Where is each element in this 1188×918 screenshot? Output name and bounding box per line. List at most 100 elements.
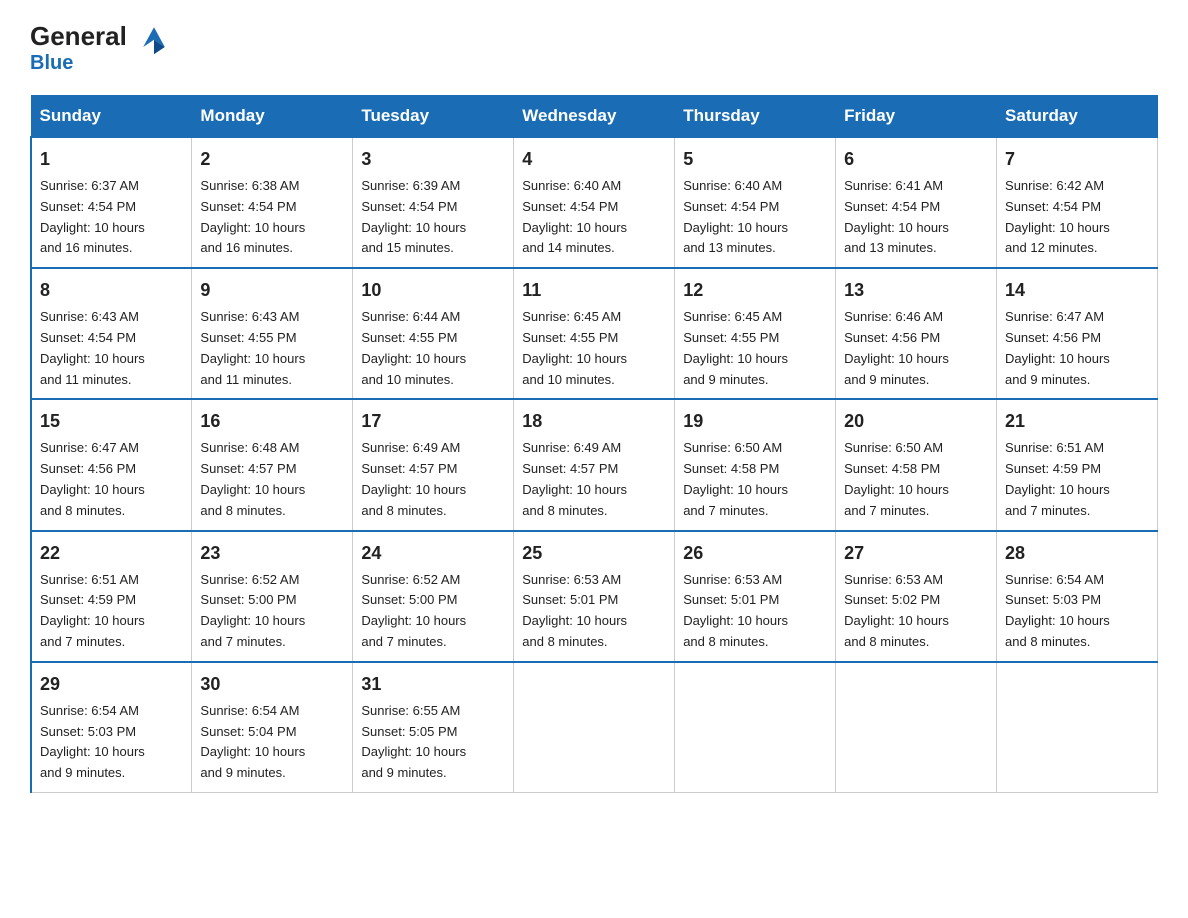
day-info: Sunrise: 6:48 AMSunset: 4:57 PMDaylight:… [200, 440, 305, 517]
day-info: Sunrise: 6:40 AMSunset: 4:54 PMDaylight:… [683, 178, 788, 255]
calendar-cell: 10 Sunrise: 6:44 AMSunset: 4:55 PMDaylig… [353, 268, 514, 399]
calendar-cell: 8 Sunrise: 6:43 AMSunset: 4:54 PMDayligh… [31, 268, 192, 399]
calendar-cell: 27 Sunrise: 6:53 AMSunset: 5:02 PMDaylig… [836, 531, 997, 662]
day-info: Sunrise: 6:54 AMSunset: 5:03 PMDaylight:… [1005, 572, 1110, 649]
day-number: 3 [361, 146, 505, 173]
day-number: 30 [200, 671, 344, 698]
day-number: 2 [200, 146, 344, 173]
day-info: Sunrise: 6:52 AMSunset: 5:00 PMDaylight:… [200, 572, 305, 649]
day-number: 20 [844, 408, 988, 435]
calendar-cell: 5 Sunrise: 6:40 AMSunset: 4:54 PMDayligh… [675, 137, 836, 268]
day-number: 27 [844, 540, 988, 567]
weekday-header-saturday: Saturday [997, 96, 1158, 138]
day-number: 14 [1005, 277, 1149, 304]
day-number: 6 [844, 146, 988, 173]
calendar-cell: 29 Sunrise: 6:54 AMSunset: 5:03 PMDaylig… [31, 662, 192, 793]
calendar-cell: 22 Sunrise: 6:51 AMSunset: 4:59 PMDaylig… [31, 531, 192, 662]
calendar-cell: 6 Sunrise: 6:41 AMSunset: 4:54 PMDayligh… [836, 137, 997, 268]
day-number: 11 [522, 277, 666, 304]
calendar-cell: 28 Sunrise: 6:54 AMSunset: 5:03 PMDaylig… [997, 531, 1158, 662]
logo-text: General [30, 20, 172, 56]
day-info: Sunrise: 6:53 AMSunset: 5:01 PMDaylight:… [683, 572, 788, 649]
day-number: 7 [1005, 146, 1149, 173]
day-info: Sunrise: 6:49 AMSunset: 4:57 PMDaylight:… [361, 440, 466, 517]
weekday-header-sunday: Sunday [31, 96, 192, 138]
day-info: Sunrise: 6:40 AMSunset: 4:54 PMDaylight:… [522, 178, 627, 255]
day-number: 8 [40, 277, 183, 304]
day-number: 21 [1005, 408, 1149, 435]
calendar-cell: 15 Sunrise: 6:47 AMSunset: 4:56 PMDaylig… [31, 399, 192, 530]
day-info: Sunrise: 6:39 AMSunset: 4:54 PMDaylight:… [361, 178, 466, 255]
calendar-cell: 13 Sunrise: 6:46 AMSunset: 4:56 PMDaylig… [836, 268, 997, 399]
weekday-header-monday: Monday [192, 96, 353, 138]
day-info: Sunrise: 6:37 AMSunset: 4:54 PMDaylight:… [40, 178, 145, 255]
calendar-cell: 19 Sunrise: 6:50 AMSunset: 4:58 PMDaylig… [675, 399, 836, 530]
calendar-cell: 2 Sunrise: 6:38 AMSunset: 4:54 PMDayligh… [192, 137, 353, 268]
day-number: 22 [40, 540, 183, 567]
day-number: 12 [683, 277, 827, 304]
day-info: Sunrise: 6:49 AMSunset: 4:57 PMDaylight:… [522, 440, 627, 517]
calendar-cell: 9 Sunrise: 6:43 AMSunset: 4:55 PMDayligh… [192, 268, 353, 399]
day-info: Sunrise: 6:42 AMSunset: 4:54 PMDaylight:… [1005, 178, 1110, 255]
day-info: Sunrise: 6:43 AMSunset: 4:55 PMDaylight:… [200, 309, 305, 386]
week-row-4: 22 Sunrise: 6:51 AMSunset: 4:59 PMDaylig… [31, 531, 1158, 662]
day-number: 10 [361, 277, 505, 304]
calendar-table: SundayMondayTuesdayWednesdayThursdayFrid… [30, 95, 1158, 793]
day-info: Sunrise: 6:55 AMSunset: 5:05 PMDaylight:… [361, 703, 466, 780]
day-number: 28 [1005, 540, 1149, 567]
day-number: 31 [361, 671, 505, 698]
day-info: Sunrise: 6:38 AMSunset: 4:54 PMDaylight:… [200, 178, 305, 255]
week-row-1: 1 Sunrise: 6:37 AMSunset: 4:54 PMDayligh… [31, 137, 1158, 268]
day-info: Sunrise: 6:41 AMSunset: 4:54 PMDaylight:… [844, 178, 949, 255]
calendar-cell [514, 662, 675, 793]
day-number: 29 [40, 671, 183, 698]
calendar-cell: 31 Sunrise: 6:55 AMSunset: 5:05 PMDaylig… [353, 662, 514, 793]
week-row-5: 29 Sunrise: 6:54 AMSunset: 5:03 PMDaylig… [31, 662, 1158, 793]
day-info: Sunrise: 6:52 AMSunset: 5:00 PMDaylight:… [361, 572, 466, 649]
calendar-cell: 4 Sunrise: 6:40 AMSunset: 4:54 PMDayligh… [514, 137, 675, 268]
calendar-cell: 17 Sunrise: 6:49 AMSunset: 4:57 PMDaylig… [353, 399, 514, 530]
weekday-header-friday: Friday [836, 96, 997, 138]
day-number: 1 [40, 146, 183, 173]
calendar-cell: 30 Sunrise: 6:54 AMSunset: 5:04 PMDaylig… [192, 662, 353, 793]
weekday-header-row: SundayMondayTuesdayWednesdayThursdayFrid… [31, 96, 1158, 138]
weekday-header-tuesday: Tuesday [353, 96, 514, 138]
calendar-cell: 20 Sunrise: 6:50 AMSunset: 4:58 PMDaylig… [836, 399, 997, 530]
logo-icon [136, 20, 172, 56]
week-row-2: 8 Sunrise: 6:43 AMSunset: 4:54 PMDayligh… [31, 268, 1158, 399]
calendar-cell: 12 Sunrise: 6:45 AMSunset: 4:55 PMDaylig… [675, 268, 836, 399]
calendar-cell [997, 662, 1158, 793]
day-info: Sunrise: 6:46 AMSunset: 4:56 PMDaylight:… [844, 309, 949, 386]
calendar-cell: 14 Sunrise: 6:47 AMSunset: 4:56 PMDaylig… [997, 268, 1158, 399]
day-info: Sunrise: 6:45 AMSunset: 4:55 PMDaylight:… [522, 309, 627, 386]
day-info: Sunrise: 6:43 AMSunset: 4:54 PMDaylight:… [40, 309, 145, 386]
weekday-header-thursday: Thursday [675, 96, 836, 138]
day-number: 24 [361, 540, 505, 567]
calendar-cell: 3 Sunrise: 6:39 AMSunset: 4:54 PMDayligh… [353, 137, 514, 268]
day-number: 26 [683, 540, 827, 567]
day-info: Sunrise: 6:50 AMSunset: 4:58 PMDaylight:… [844, 440, 949, 517]
day-info: Sunrise: 6:51 AMSunset: 4:59 PMDaylight:… [40, 572, 145, 649]
day-number: 18 [522, 408, 666, 435]
day-info: Sunrise: 6:54 AMSunset: 5:03 PMDaylight:… [40, 703, 145, 780]
day-info: Sunrise: 6:50 AMSunset: 4:58 PMDaylight:… [683, 440, 788, 517]
logo: General Blue [30, 20, 172, 75]
calendar-cell: 16 Sunrise: 6:48 AMSunset: 4:57 PMDaylig… [192, 399, 353, 530]
calendar-cell: 25 Sunrise: 6:53 AMSunset: 5:01 PMDaylig… [514, 531, 675, 662]
day-info: Sunrise: 6:54 AMSunset: 5:04 PMDaylight:… [200, 703, 305, 780]
day-info: Sunrise: 6:47 AMSunset: 4:56 PMDaylight:… [1005, 309, 1110, 386]
day-number: 16 [200, 408, 344, 435]
day-info: Sunrise: 6:53 AMSunset: 5:01 PMDaylight:… [522, 572, 627, 649]
weekday-header-wednesday: Wednesday [514, 96, 675, 138]
day-number: 5 [683, 146, 827, 173]
day-info: Sunrise: 6:51 AMSunset: 4:59 PMDaylight:… [1005, 440, 1110, 517]
calendar-cell: 23 Sunrise: 6:52 AMSunset: 5:00 PMDaylig… [192, 531, 353, 662]
calendar-cell: 21 Sunrise: 6:51 AMSunset: 4:59 PMDaylig… [997, 399, 1158, 530]
day-number: 13 [844, 277, 988, 304]
day-number: 9 [200, 277, 344, 304]
day-info: Sunrise: 6:53 AMSunset: 5:02 PMDaylight:… [844, 572, 949, 649]
calendar-cell: 18 Sunrise: 6:49 AMSunset: 4:57 PMDaylig… [514, 399, 675, 530]
day-number: 17 [361, 408, 505, 435]
calendar-cell: 24 Sunrise: 6:52 AMSunset: 5:00 PMDaylig… [353, 531, 514, 662]
calendar-cell [836, 662, 997, 793]
